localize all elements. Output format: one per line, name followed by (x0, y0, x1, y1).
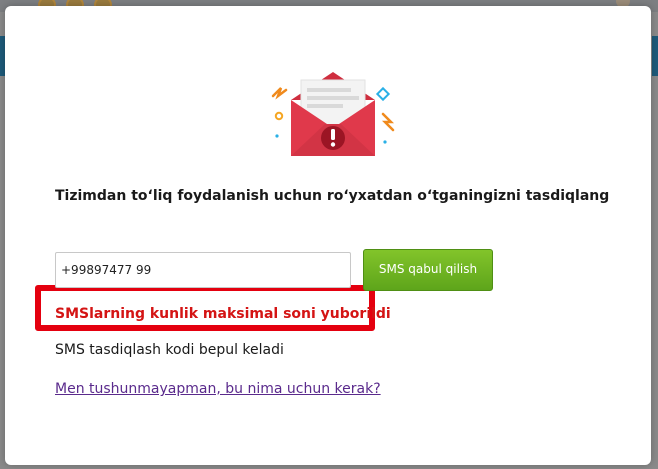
phone-number-input[interactable] (55, 252, 351, 288)
info-message: SMS tasdiqlash kodi bepul keladi (55, 342, 284, 358)
envelope-warning-icon (271, 72, 395, 156)
dialog-title: Tizimdan to‘liq foydalanish uchun ro‘yxa… (55, 188, 610, 204)
help-link[interactable]: Men tushunmayapman, bu nima uchun kerak? (55, 381, 381, 397)
background-strip (652, 36, 658, 76)
error-message: SMSlarning kunlik maksimal soni yuborild… (55, 306, 391, 322)
sms-receive-button[interactable]: SMS qabul qilish (363, 249, 493, 291)
confirmation-modal: Tizimdan to‘liq foydalanish uchun ro‘yxa… (5, 6, 651, 465)
